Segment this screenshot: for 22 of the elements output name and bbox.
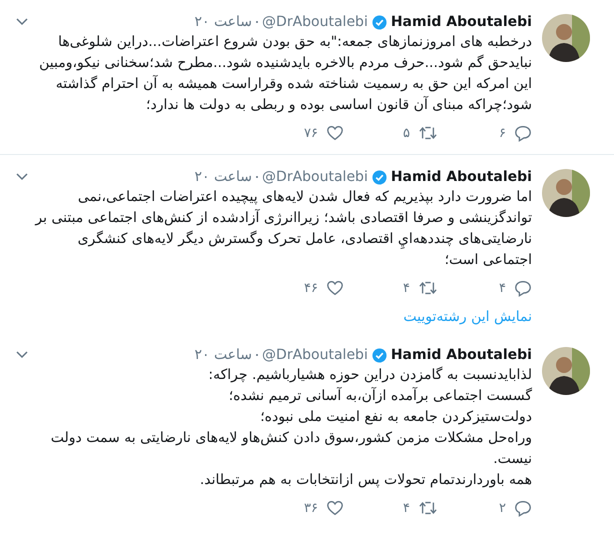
author-name[interactable]: Hamid Aboutalebi	[390, 14, 532, 30]
retweet-button[interactable]: ۴	[384, 499, 438, 517]
author-name[interactable]: Hamid Aboutalebi	[390, 169, 532, 185]
show-thread-link[interactable]: نمایش این رشته‌توییت	[403, 309, 532, 325]
timestamp[interactable]: ۲۰ ساعت	[194, 14, 252, 30]
author-handle[interactable]: @DrAboutalebi	[262, 347, 368, 363]
retweet-button[interactable]: ۴	[384, 279, 438, 297]
reply-button[interactable]: ۲	[478, 499, 532, 517]
like-button[interactable]: ۴۶	[290, 279, 344, 297]
reply-button[interactable]: ۶	[478, 124, 532, 142]
tweet-text: درخطبه های امروزنمازهای جمعه:"به حق بودن شروع اعتراضات...دراین شلوغی‌ها نبایدحق گم شود...حرف مردم بالاخره بایدشنیده شود...مطرح شد؛سخنانی نیکو،ومبین این امرکه این حق به رسمیت شناخته شده وقراراست همیشه به آن احترام گذاشته شود؛چراکه مبنای آن قانون اساسی بوده و ربطی به دولت ها ندارد؛	[38, 33, 532, 115]
tweet-text: لذابایدنسبت به گامزدن دراین حوزه هشیارباشیم. چراکه: گسست اجتماعی برآمده ازآن،به آسانی ترمیم نشده؛ دولت‌ستیزکردن جامعه به نفع امنیت ملی نبوده؛ وراه‌حل مشکلات مزمن کشور،سوق دادن کنش‌هاو لایه‌های نارضایتی به سمت دولت نیست. همه باوردارندتمام تحولات پس ازانتخابات به هم مرتبطاند.	[50, 366, 532, 490]
reply-button[interactable]: ۴	[478, 279, 532, 297]
author-name[interactable]: Hamid Aboutalebi	[390, 347, 532, 363]
like-button[interactable]: ۳۶	[290, 499, 344, 517]
timestamp[interactable]: ۲۰ ساعت	[194, 347, 252, 363]
retweet-button[interactable]: ۵	[384, 124, 438, 142]
like-button[interactable]: ۷۶	[290, 124, 344, 142]
author-handle[interactable]: @DrAboutalebi	[262, 169, 368, 185]
author-handle[interactable]: @DrAboutalebi	[262, 14, 368, 30]
timestamp[interactable]: ۲۰ ساعت	[194, 169, 252, 185]
tweet-text: اما ضرورت دارد بپذیریم که فعال شدن لایه‌های پیچیده اعتراضات اجتماعی،نمی تواندگزینشی و صرفا اقتصادی باشد؛ زیراانرژی آزادشده از کنش‌های اجتماعی مبتنی بر نارضایتی‌های چنددهه‌ايِ اقتصادی، عامل تحرک وگسترش دیگر لایه‌های کنشگری اجتماعی است؛	[34, 188, 532, 270]
